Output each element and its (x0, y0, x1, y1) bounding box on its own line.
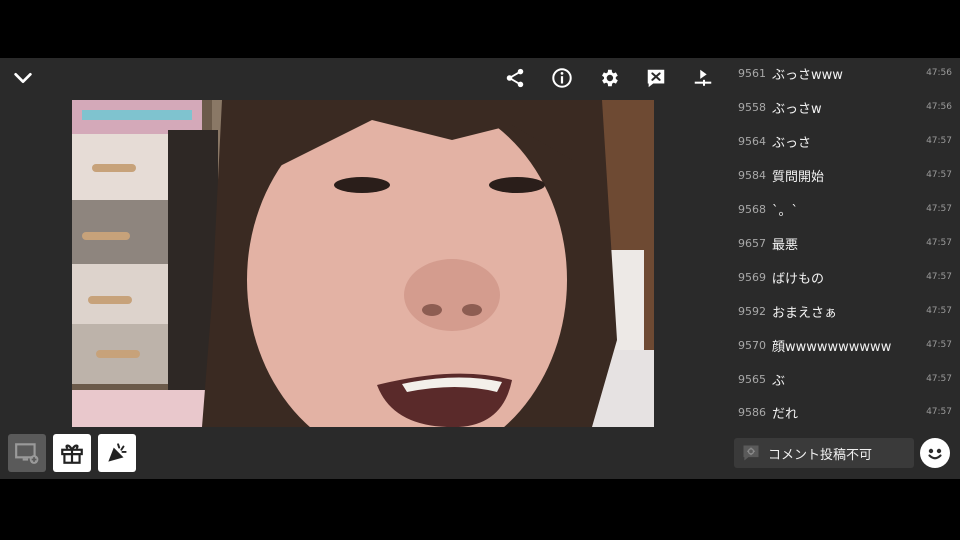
comment-number: 9561 (738, 66, 766, 80)
comment-row: 9568 `。` 47:57 (730, 199, 952, 219)
display-toggle-button[interactable] (8, 434, 46, 472)
comment-number: 9568 (738, 202, 766, 216)
playback-settings-icon[interactable] (689, 64, 717, 92)
comment-text: ばけもの (772, 271, 825, 287)
comment-text: ぶっさ (772, 135, 812, 151)
comment-input-label: コメント投稿不可 (768, 447, 873, 463)
comment-list[interactable]: 9561 ぶっさwww 47:56 9558 ぶっさw 47:56 9564 ぶっさ 47:… (730, 58, 960, 428)
comment-row: 9565 ぶ 47:57 (730, 369, 952, 389)
gear-icon[interactable] (595, 64, 623, 92)
comment-number: 9569 (738, 270, 766, 284)
player-app: 9561 ぶっさwww 47:56 9558 ぶっさw 47:56 9564 ぶっさ 47:… (0, 58, 960, 479)
comment-time: 47:57 (926, 407, 952, 417)
comment-row: 9570 顔wwwwwwwwww 47:57 (730, 335, 952, 355)
display-toggle-icon (15, 443, 39, 464)
smiley-icon (928, 448, 942, 460)
comment-text: ぶ (772, 373, 786, 389)
comment-time: 47:57 (926, 238, 952, 248)
comment-time: 47:57 (926, 374, 952, 384)
comment-row: 9592 おまえさぁ 47:57 (730, 301, 952, 321)
comment-number: 9565 (738, 372, 766, 386)
comment-row: 9558 ぶっさw 47:56 (730, 97, 952, 117)
comment-text: 最悪 (772, 237, 799, 253)
comment-time: 47:57 (926, 306, 952, 316)
comment-text: ぶっさwww (772, 67, 843, 83)
comment-time: 47:57 (926, 340, 952, 350)
comment-row: 9569 ばけもの 47:57 (730, 267, 952, 287)
comment-row: 9657 最悪 47:57 (730, 233, 952, 253)
comment-text: だれ (772, 406, 799, 422)
report-icon[interactable] (642, 64, 670, 92)
share-icon[interactable] (501, 64, 529, 92)
emoji-button[interactable] (920, 438, 950, 468)
comment-time: 47:57 (926, 136, 952, 146)
comment-row: 9584 質問開始 47:57 (730, 165, 952, 185)
megaphone-icon (108, 443, 127, 462)
info-icon[interactable] (548, 64, 576, 92)
comment-number: 9586 (738, 405, 766, 419)
comment-number: 9564 (738, 134, 766, 148)
comment-time: 47:56 (926, 102, 952, 112)
comment-time: 47:56 (926, 68, 952, 78)
gift-button[interactable] (53, 434, 91, 472)
comment-row: 9586 だれ 47:57 (730, 402, 952, 422)
comment-text: 顔wwwwwwwwww (772, 339, 892, 355)
video-frame-image (72, 100, 654, 427)
comment-row: 9564 ぶっさ 47:57 (730, 131, 952, 151)
comment-number: 9584 (738, 168, 766, 182)
comment-number: 9657 (738, 236, 766, 250)
comment-number: 9570 (738, 338, 766, 352)
megaphone-button[interactable] (98, 434, 136, 472)
gift-icon (61, 444, 83, 464)
comment-text: ぶっさw (772, 101, 822, 117)
comment-number: 9558 (738, 100, 766, 114)
comment-number: 9592 (738, 304, 766, 318)
video-player[interactable] (72, 100, 654, 427)
comment-text: `。` (772, 203, 799, 219)
comment-text: おまえさぁ (772, 305, 838, 321)
chevron-down-icon[interactable] (9, 64, 37, 92)
comment-time: 47:57 (926, 272, 952, 282)
comment-text: 質問開始 (772, 169, 825, 185)
comment-time: 47:57 (926, 204, 952, 214)
comment-input-disabled: コメント投稿不可 (734, 438, 914, 468)
comment-row: 9561 ぶっさwww 47:56 (730, 63, 952, 83)
comment-time: 47:57 (926, 170, 952, 180)
comment-settings-icon (734, 438, 768, 468)
